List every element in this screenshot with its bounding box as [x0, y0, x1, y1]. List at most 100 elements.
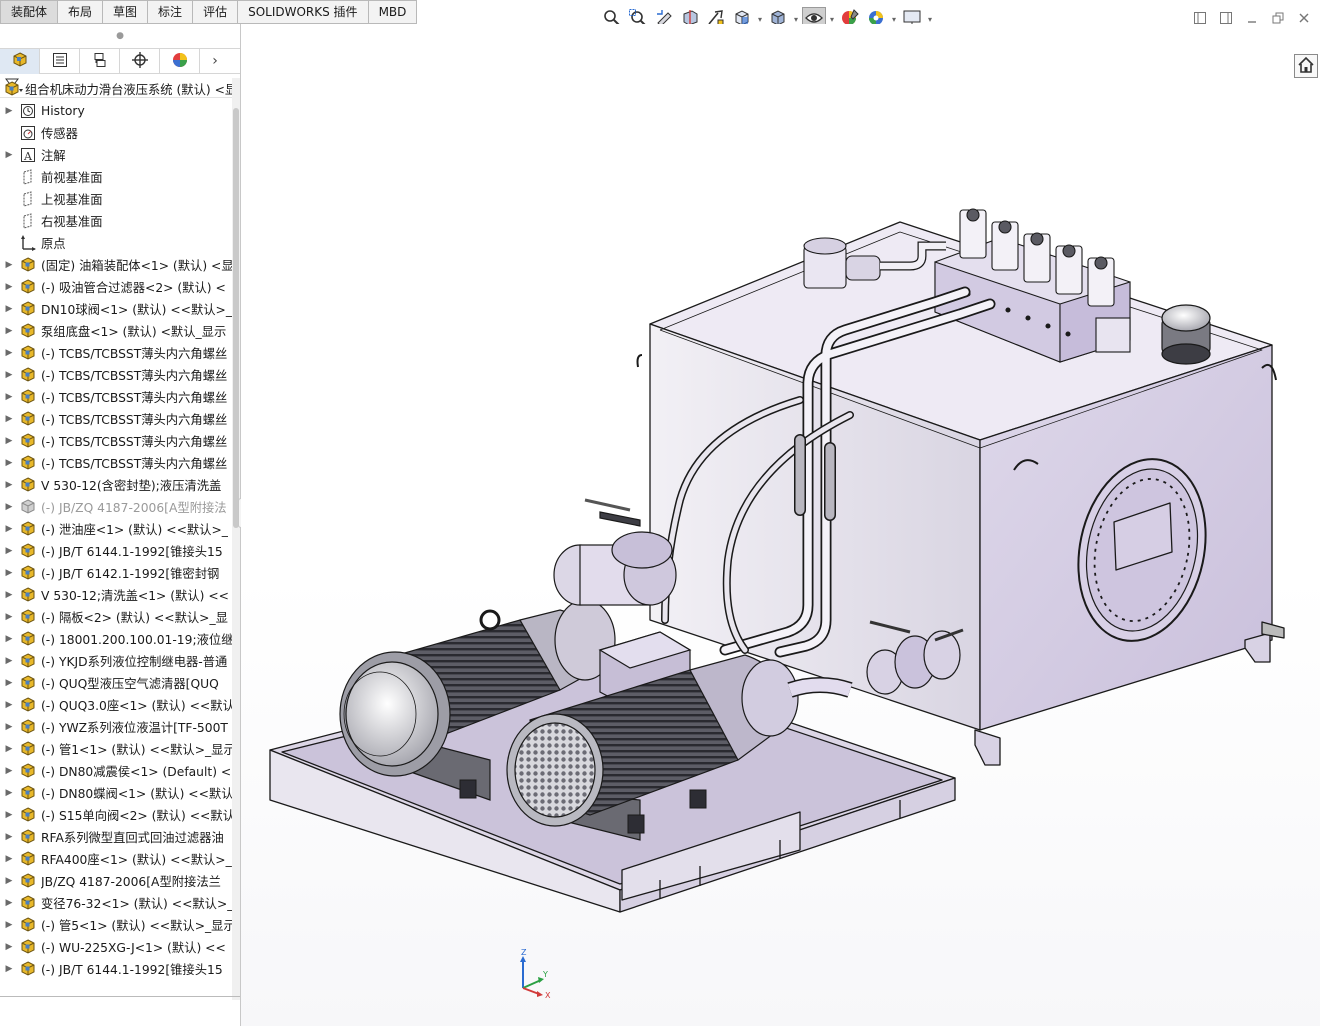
- tree-item[interactable]: ▶ (-) QUQ3.0座<1> (默认) <<默认: [0, 694, 232, 716]
- tree-item[interactable]: ▶ V 530-12;清洗盖<1> (默认) <<: [0, 584, 232, 606]
- property-manager-tab[interactable]: [40, 49, 80, 74]
- command-tab[interactable]: 布局: [58, 0, 104, 24]
- hydraulic-power-unit-model[interactable]: [241, 24, 1320, 1026]
- command-tab[interactable]: SOLIDWORKS 插件: [238, 0, 369, 24]
- tree-item[interactable]: ▶ (-) TCBS/TCBSST薄头内六角螺丝: [0, 364, 232, 386]
- tree-item[interactable]: 原点: [0, 232, 232, 254]
- expand-arrow-icon[interactable]: ▶: [0, 612, 18, 622]
- expand-arrow-icon[interactable]: ▶: [0, 150, 18, 160]
- tree-item[interactable]: ▶ (-) YKJD系列液位控制继电器-普通: [0, 650, 232, 672]
- tree-item[interactable]: ▶ (-) DN80蝶阀<1> (默认) <<默认_: [0, 782, 232, 804]
- expand-arrow-icon[interactable]: ▶: [0, 964, 18, 974]
- expand-arrow-icon[interactable]: ▶: [0, 348, 18, 358]
- tree-item[interactable]: ▶ (固定) 油箱装配体<1> (默认) <显: [0, 254, 232, 276]
- graphics-area[interactable]: Z Y X: [241, 24, 1320, 1026]
- tree-item[interactable]: 传感器: [0, 122, 232, 144]
- tree-item[interactable]: 右视基准面: [0, 210, 232, 232]
- tree-item[interactable]: ▶ (-) WU-225XG-J<1> (默认) <<: [0, 936, 232, 958]
- panel-splitter-handle[interactable]: ●: [0, 24, 240, 48]
- tree-item[interactable]: 上视基准面: [0, 188, 232, 210]
- dropdown-caret-icon[interactable]: ▾: [828, 15, 836, 24]
- expand-arrow-icon[interactable]: ▶: [0, 766, 18, 776]
- tree-item[interactable]: ▶ (-) 18001.200.100.01-19;液位继: [0, 628, 232, 650]
- home-view-button[interactable]: [1294, 54, 1318, 78]
- tree-item[interactable]: ▶ A 注解: [0, 144, 232, 166]
- expand-arrow-icon[interactable]: ▶: [0, 568, 18, 578]
- expand-arrow-icon[interactable]: ▶: [0, 898, 18, 908]
- tree-item[interactable]: ▶ (-) QUQ型液压空气滤清器[QUQ: [0, 672, 232, 694]
- tree-scrollbar[interactable]: [232, 78, 240, 1000]
- tree-item[interactable]: ▶ DN10球阀<1> (默认) <<默认>_: [0, 298, 232, 320]
- tree-item[interactable]: ▶ (-) TCBS/TCBSST薄头内六角螺丝: [0, 408, 232, 430]
- tree-item[interactable]: ▶ (-) S15单向阀<2> (默认) <<默认: [0, 804, 232, 826]
- expand-arrow-icon[interactable]: ▶: [0, 788, 18, 798]
- display-manager-tab[interactable]: [160, 49, 200, 74]
- expand-arrow-icon[interactable]: ▶: [0, 106, 18, 116]
- tree-item[interactable]: ▶ 变径76-32<1> (默认) <<默认>_: [0, 892, 232, 914]
- dropdown-caret-icon[interactable]: ▾: [890, 15, 898, 24]
- tree-item[interactable]: ▶ V 530-12(含密封垫);液压清洗盖: [0, 474, 232, 496]
- command-tab[interactable]: 评估: [193, 0, 239, 24]
- expand-arrow-icon[interactable]: ▶: [0, 744, 18, 754]
- expand-arrow-icon[interactable]: ▶: [0, 656, 18, 666]
- dropdown-caret-icon[interactable]: ▾: [792, 15, 800, 24]
- command-tab[interactable]: MBD: [368, 0, 418, 24]
- expand-arrow-icon[interactable]: ▶: [0, 876, 18, 886]
- dropdown-caret-icon[interactable]: ▾: [756, 15, 764, 24]
- tree-item[interactable]: ▶ (-) 管1<1> (默认) <<默认>_显示: [0, 738, 232, 760]
- tree-item[interactable]: ▶ (-) TCBS/TCBSST薄头内六角螺丝: [0, 342, 232, 364]
- expand-arrow-icon[interactable]: ▶: [0, 524, 18, 534]
- expand-arrow-icon[interactable]: ▶: [0, 458, 18, 468]
- more-tabs-chevron-icon[interactable]: ›: [200, 49, 230, 73]
- expand-arrow-icon[interactable]: ▶: [0, 436, 18, 446]
- expand-arrow-icon[interactable]: ▶: [0, 590, 18, 600]
- expand-arrow-icon[interactable]: ▶: [0, 480, 18, 490]
- expand-arrow-icon[interactable]: ▶: [0, 722, 18, 732]
- command-tab[interactable]: 装配体: [0, 0, 59, 24]
- tree-item[interactable]: 前视基准面: [0, 166, 232, 188]
- expand-arrow-icon[interactable]: ▶: [0, 546, 18, 556]
- tree-item[interactable]: ▶ (-) 管5<1> (默认) <<默认>_显示: [0, 914, 232, 936]
- tree-item[interactable]: ▶ History: [0, 100, 232, 122]
- dimxpert-tab[interactable]: [120, 49, 160, 74]
- command-tab[interactable]: 标注: [148, 0, 194, 24]
- expand-arrow-icon[interactable]: ▶: [0, 832, 18, 842]
- tree-root-assembly[interactable]: 组合机床动力滑台液压系统 (默认) <显: [0, 78, 232, 100]
- command-tab[interactable]: 草图: [103, 0, 149, 24]
- tree-item[interactable]: ▶ (-) 吸油管合过滤器<2> (默认) <: [0, 276, 232, 298]
- expand-arrow-icon[interactable]: ▶: [0, 282, 18, 292]
- feature-manager-tab[interactable]: [0, 49, 40, 74]
- expand-arrow-icon[interactable]: ▶: [0, 700, 18, 710]
- tree-item[interactable]: ▶ RFA400座<1> (默认) <<默认>_: [0, 848, 232, 870]
- tree-item[interactable]: ▶ (-) YWZ系列液位液温计[TF-500T: [0, 716, 232, 738]
- tree-scrollbar-thumb[interactable]: [233, 108, 239, 528]
- expand-arrow-icon[interactable]: ▶: [0, 260, 18, 270]
- expand-arrow-icon[interactable]: ▶: [0, 854, 18, 864]
- tree-item[interactable]: ▶ (-) JB/T 6144.1-1992[锥接头15: [0, 540, 232, 562]
- tree-item[interactable]: ▶ (-) TCBS/TCBSST薄头内六角螺丝: [0, 386, 232, 408]
- expand-arrow-icon[interactable]: ▶: [0, 502, 18, 512]
- configuration-manager-tab[interactable]: [80, 49, 120, 74]
- expand-arrow-icon[interactable]: ▶: [0, 942, 18, 952]
- tree-item[interactable]: ▶ (-) 隔板<2> (默认) <<默认>_显: [0, 606, 232, 628]
- tree-item[interactable]: ▶ (-) TCBS/TCBSST薄头内六角螺丝: [0, 430, 232, 452]
- tree-item[interactable]: ▶ JB/ZQ 4187-2006[A型附接法兰: [0, 870, 232, 892]
- expand-arrow-icon[interactable]: ▶: [0, 634, 18, 644]
- tree-item[interactable]: ▶ RFA系列微型直回式回油过滤器油: [0, 826, 232, 848]
- tree-item[interactable]: ▶ (-) JB/T 6142.1-1992[锥密封钢: [0, 562, 232, 584]
- tree-item[interactable]: ▶ (-) TCBS/TCBSST薄头内六角螺丝: [0, 452, 232, 474]
- dropdown-caret-icon[interactable]: ▾: [926, 15, 934, 24]
- tree-item[interactable]: ▶ (-) DN80减震侯<1> (Default) <: [0, 760, 232, 782]
- expand-arrow-icon[interactable]: ▶: [0, 326, 18, 336]
- expand-arrow-icon[interactable]: ▶: [0, 810, 18, 820]
- expand-arrow-icon[interactable]: ▶: [0, 370, 18, 380]
- tree-item[interactable]: ▶ (-) JB/ZQ 4187-2006[A型附接法: [0, 496, 232, 518]
- tree-item[interactable]: ▶ (-) 泄油座<1> (默认) <<默认>_: [0, 518, 232, 540]
- tree-item[interactable]: ▶ 泵组底盘<1> (默认) <默认_显示: [0, 320, 232, 342]
- expand-arrow-icon[interactable]: ▶: [0, 392, 18, 402]
- tree-item[interactable]: ▶ (-) JB/T 6144.1-1992[锥接头15: [0, 958, 232, 980]
- expand-arrow-icon[interactable]: ▶: [0, 304, 18, 314]
- expand-arrow-icon[interactable]: ▶: [0, 678, 18, 688]
- expand-arrow-icon[interactable]: ▶: [0, 920, 18, 930]
- expand-arrow-icon[interactable]: ▶: [0, 414, 18, 424]
